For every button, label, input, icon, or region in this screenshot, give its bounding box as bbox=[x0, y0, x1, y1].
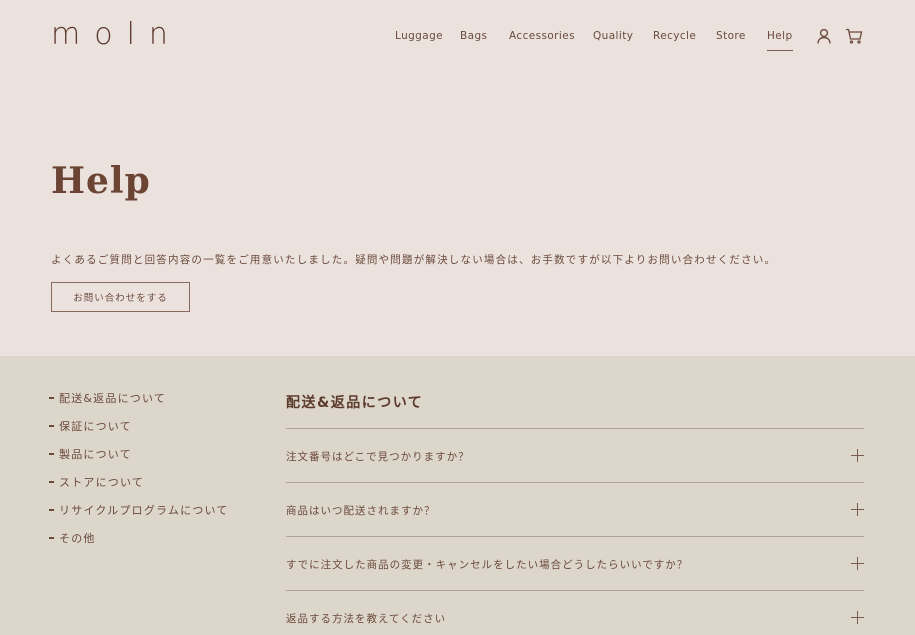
main-nav: Luggage Bags Accessories Quality Recycle… bbox=[0, 30, 915, 51]
sidebar-item-label: 配送&返品について bbox=[59, 392, 167, 405]
dash-icon bbox=[49, 537, 54, 539]
sidebar-item-recycle-program[interactable]: リサイクルプログラムについて bbox=[49, 502, 229, 530]
faq-item[interactable]: すでに注文した商品の変更・キャンセルをしたい場合どうしたらいいですか？ bbox=[286, 536, 864, 590]
nav-item-help[interactable]: Help bbox=[767, 30, 793, 51]
faq-list: 注文番号はどこで見つかりますか？ 商品はいつ配送されますか？ すでに注文した商品… bbox=[286, 428, 864, 635]
faq-item[interactable]: 注文番号はどこで見つかりますか？ bbox=[286, 428, 864, 482]
sidebar-item-stores[interactable]: ストアについて bbox=[49, 474, 229, 502]
faq-category-nav: 配送&返品について 保証について 製品について ストアについて リサイクルプログ… bbox=[49, 390, 229, 558]
nav-item-recycle[interactable]: Recycle bbox=[653, 30, 696, 42]
sidebar-item-label: 保証について bbox=[59, 420, 132, 433]
nav-item-quality[interactable]: Quality bbox=[593, 30, 633, 42]
page-title: Help bbox=[51, 160, 151, 202]
plus-icon[interactable] bbox=[851, 611, 864, 624]
sidebar-item-label: リサイクルプログラムについて bbox=[59, 504, 229, 517]
hero-section: Help よくあるご質問と回答内容の一覧をご用意いたしました。疑問や問題が解決し… bbox=[0, 80, 915, 356]
plus-icon[interactable] bbox=[851, 503, 864, 516]
cart-icon[interactable] bbox=[845, 28, 863, 46]
faq-question: すでに注文した商品の変更・キャンセルをしたい場合どうしたらいいですか？ bbox=[286, 559, 689, 571]
sidebar-item-other[interactable]: その他 bbox=[49, 530, 229, 558]
contact-button[interactable]: お問い合わせをする bbox=[51, 282, 190, 312]
sidebar-item-warranty[interactable]: 保証について bbox=[49, 418, 229, 446]
user-icon[interactable] bbox=[816, 28, 834, 46]
nav-item-store[interactable]: Store bbox=[716, 30, 746, 42]
faq-area: 配送&返品について 保証について 製品について ストアについて リサイクルプログ… bbox=[0, 356, 915, 635]
dash-icon bbox=[49, 425, 54, 427]
dash-icon bbox=[49, 453, 54, 455]
sidebar-item-shipping[interactable]: 配送&返品について bbox=[49, 390, 229, 418]
hero-description: よくあるご質問と回答内容の一覧をご用意いたしました。疑問や問題が解決しない場合は… bbox=[51, 254, 777, 266]
plus-icon[interactable] bbox=[851, 557, 864, 570]
faq-question: 注文番号はどこで見つかりますか？ bbox=[286, 451, 470, 463]
site-header: moln Luggage Bags Accessories Quality Re… bbox=[0, 0, 915, 80]
faq-question: 商品はいつ配送されますか？ bbox=[286, 505, 436, 517]
sidebar-item-label: ストアについて bbox=[59, 476, 145, 489]
dash-icon bbox=[49, 397, 54, 399]
sidebar-item-products[interactable]: 製品について bbox=[49, 446, 229, 474]
sidebar-item-label: その他 bbox=[59, 532, 96, 545]
sidebar-item-label: 製品について bbox=[59, 448, 132, 461]
plus-icon[interactable] bbox=[851, 449, 864, 462]
dash-icon bbox=[49, 509, 54, 511]
nav-item-bags[interactable]: Bags bbox=[460, 30, 487, 42]
nav-item-luggage[interactable]: Luggage bbox=[395, 30, 443, 42]
faq-question: 返品する方法を教えてください bbox=[286, 613, 447, 625]
nav-item-accessories[interactable]: Accessories bbox=[509, 30, 575, 42]
faq-item[interactable]: 商品はいつ配送されますか？ bbox=[286, 482, 864, 536]
dash-icon bbox=[49, 481, 54, 483]
faq-item[interactable]: 返品する方法を教えてください bbox=[286, 590, 864, 635]
section-title: 配送&返品について bbox=[286, 395, 424, 411]
